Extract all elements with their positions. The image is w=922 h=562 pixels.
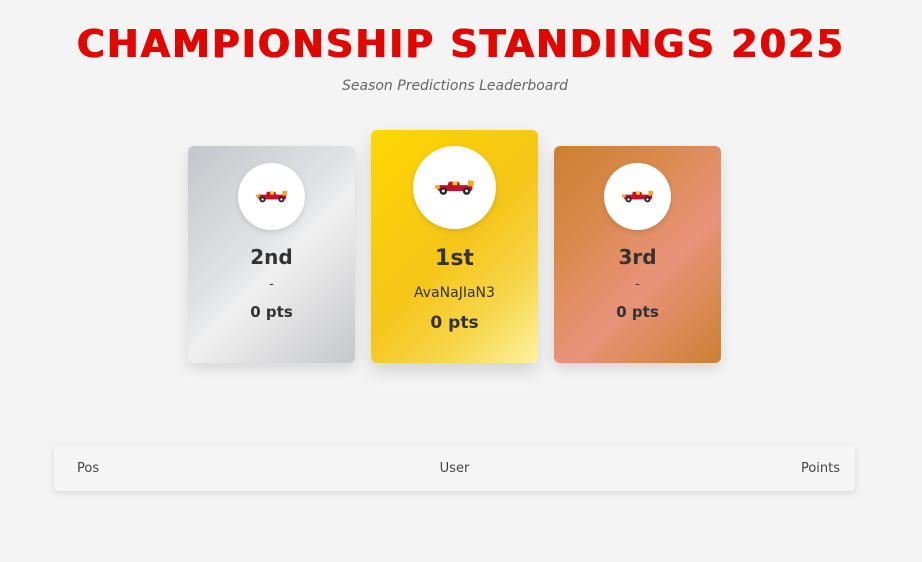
- podium-card-third: 3rd - 0 pts: [554, 146, 721, 363]
- column-header-points[interactable]: Points: [801, 461, 840, 477]
- podium-card-first: 1st AvaNaJIaN3 0 pts: [371, 130, 538, 363]
- column-header-user[interactable]: User: [54, 461, 855, 477]
- podium-points: 0 pts: [250, 303, 293, 321]
- avatar: [238, 163, 305, 230]
- avatar: [413, 146, 496, 229]
- race-car-icon: [621, 188, 655, 205]
- podium-card-second: 2nd - 0 pts: [188, 146, 355, 363]
- avatar: [604, 163, 671, 230]
- podium-place: 2nd: [250, 245, 293, 269]
- race-car-icon: [434, 177, 476, 198]
- leaderboard-table: Pos User Points: [54, 446, 855, 491]
- podium-points: 0 pts: [430, 313, 479, 333]
- podium-username: -: [269, 277, 274, 292]
- podium-username: AvaNaJIaN3: [414, 285, 495, 301]
- page-subtitle: Season Predictions Leaderboard: [341, 78, 569, 94]
- podium-place: 3rd: [618, 245, 657, 269]
- race-car-icon: [255, 188, 289, 205]
- podium-username: -: [635, 277, 640, 292]
- podium-points: 0 pts: [616, 303, 659, 321]
- podium-place: 1st: [435, 246, 474, 271]
- page-title: CHAMPIONSHIP STANDINGS 2025: [77, 22, 845, 66]
